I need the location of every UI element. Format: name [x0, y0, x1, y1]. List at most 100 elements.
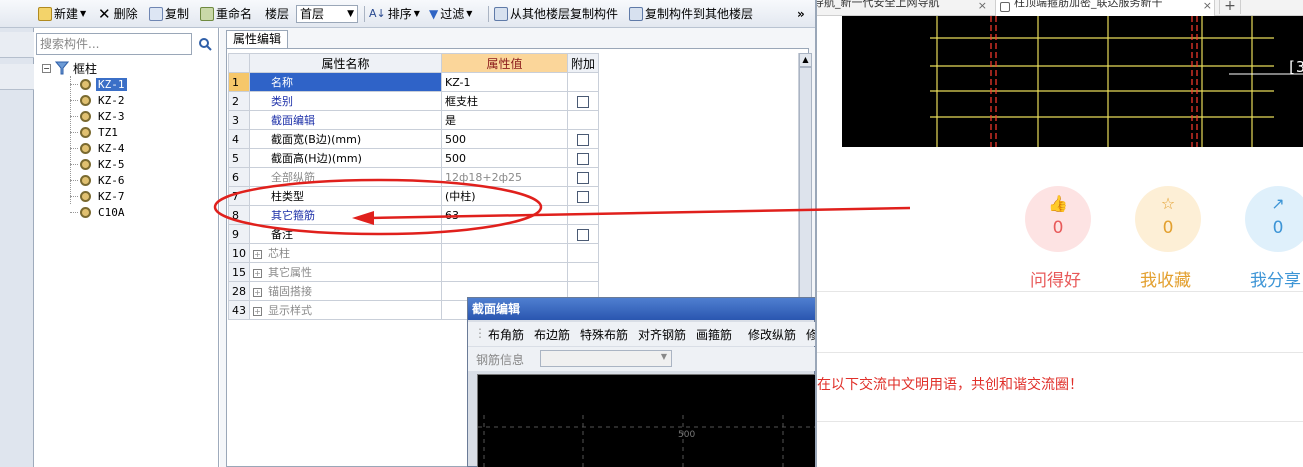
- tree-item[interactable]: KZ-4: [70, 140, 127, 156]
- attach-cell[interactable]: [566, 167, 600, 187]
- row-number[interactable]: 7: [228, 186, 250, 206]
- property-name-cell[interactable]: 全部纵筋: [249, 167, 442, 187]
- property-value-cell[interactable]: [441, 262, 568, 282]
- attach-cell[interactable]: [566, 91, 600, 111]
- attach-checkbox[interactable]: [577, 228, 589, 241]
- attach-checkbox[interactable]: [577, 190, 589, 203]
- copy-button[interactable]: 复制: [149, 5, 189, 23]
- section-tool-button[interactable]: 修: [806, 326, 815, 343]
- attach-cell[interactable]: [566, 224, 600, 244]
- tree-item[interactable]: KZ-5: [70, 156, 127, 172]
- property-name-cell[interactable]: 名称: [249, 72, 442, 92]
- col-header-value[interactable]: 属性值: [441, 53, 568, 73]
- section-tool-button[interactable]: 修改纵筋: [748, 326, 796, 343]
- property-value-cell[interactable]: 12ф18+2ф25: [441, 167, 568, 187]
- property-value-cell[interactable]: 500: [441, 129, 568, 149]
- sort-button[interactable]: A↓ 排序 ▼: [369, 5, 420, 23]
- property-row[interactable]: 9 备注: [228, 224, 600, 244]
- share-button[interactable]: ↗ 0: [1245, 186, 1303, 252]
- property-row[interactable]: 7 柱类型 (中柱): [228, 186, 600, 206]
- copy-to-floor-button[interactable]: 复制构件到其他楼层: [629, 5, 753, 23]
- browser-tab-active[interactable]: 柱顶端箍筋加密_联达服务新干 ×: [995, 0, 1215, 16]
- rename-button[interactable]: 重命名: [200, 5, 252, 23]
- attach-cell[interactable]: [566, 72, 600, 92]
- section-tool-button[interactable]: 布角筋: [488, 326, 524, 343]
- row-number[interactable]: 9: [228, 224, 250, 244]
- property-name-cell[interactable]: + 显示样式: [249, 300, 442, 320]
- row-number[interactable]: 10: [228, 243, 250, 263]
- row-number[interactable]: 43: [228, 300, 250, 320]
- property-name-cell[interactable]: 类别: [249, 91, 442, 111]
- attach-cell[interactable]: [566, 205, 600, 225]
- like-label[interactable]: 问得好: [1030, 266, 1081, 291]
- property-row[interactable]: 15 + 其它属性: [228, 262, 600, 282]
- property-value-cell[interactable]: 是: [441, 110, 568, 130]
- expand-icon[interactable]: +: [253, 306, 262, 316]
- attach-checkbox[interactable]: [577, 152, 589, 165]
- property-row[interactable]: 1 名称 KZ-1: [228, 72, 600, 92]
- property-row[interactable]: 8 其它箍筋 63: [228, 205, 600, 225]
- new-tab-button[interactable]: +: [1219, 0, 1241, 14]
- property-value-cell[interactable]: [441, 224, 568, 244]
- property-value-cell[interactable]: 63: [441, 205, 568, 225]
- property-name-cell[interactable]: + 锚固搭接: [249, 281, 442, 301]
- tree-item[interactable]: TZ1: [70, 124, 120, 140]
- attach-checkbox[interactable]: [577, 171, 589, 184]
- tree-item[interactable]: KZ-7: [70, 188, 127, 204]
- row-number[interactable]: 5: [228, 148, 250, 168]
- property-name-cell[interactable]: + 芯柱: [249, 243, 442, 263]
- tree-item[interactable]: KZ-2: [70, 92, 127, 108]
- property-row[interactable]: 4 截面宽(B边)(mm) 500: [228, 129, 600, 149]
- row-number[interactable]: 4: [228, 129, 250, 149]
- dock-bar[interactable]: [0, 64, 34, 90]
- attach-cell[interactable]: [566, 186, 600, 206]
- filter-button[interactable]: ▼ 过滤 ▼: [429, 5, 472, 23]
- tree-item[interactable]: KZ-6: [70, 172, 127, 188]
- scroll-thumb[interactable]: [799, 67, 812, 305]
- favorite-label[interactable]: 我收藏: [1140, 266, 1191, 291]
- tree-item[interactable]: C10A: [70, 204, 127, 220]
- row-number[interactable]: 1: [228, 72, 250, 92]
- scroll-up-icon[interactable]: ▲: [799, 53, 812, 67]
- floor-select[interactable]: 首层 ▼: [296, 5, 358, 23]
- dock-bar[interactable]: [0, 32, 34, 58]
- section-tool-button[interactable]: 对齐钢筋: [638, 326, 686, 343]
- col-header-name[interactable]: 属性名称: [249, 53, 442, 73]
- copy-from-floor-button[interactable]: 从其他楼层复制构件: [494, 5, 618, 23]
- attach-cell[interactable]: [566, 129, 600, 149]
- vertical-scrollbar[interactable]: ▲: [798, 53, 812, 319]
- property-name-cell[interactable]: 截面宽(B边)(mm): [249, 129, 442, 149]
- row-number[interactable]: 6: [228, 167, 250, 187]
- delete-button[interactable]: ✕ 删除: [98, 5, 138, 23]
- attach-cell[interactable]: [566, 262, 600, 282]
- browser-tab[interactable]: 导航_新一代安全上网导航 ×: [817, 0, 989, 16]
- property-value-cell[interactable]: 500: [441, 148, 568, 168]
- property-value-cell[interactable]: [441, 243, 568, 263]
- tree-root-frame-column[interactable]: − 框柱: [42, 60, 97, 76]
- expand-icon[interactable]: +: [253, 249, 262, 259]
- collapse-icon[interactable]: −: [42, 63, 51, 73]
- like-button[interactable]: 👍 0: [1025, 186, 1091, 252]
- row-number[interactable]: 8: [228, 205, 250, 225]
- attach-cell[interactable]: [566, 148, 600, 168]
- new-button[interactable]: 新建 ▼: [38, 5, 86, 23]
- attach-checkbox[interactable]: [577, 133, 589, 146]
- favorite-button[interactable]: ☆ 0: [1135, 186, 1201, 252]
- search-input[interactable]: 搜索构件...: [36, 33, 192, 55]
- property-row[interactable]: 10 + 芯柱: [228, 243, 600, 263]
- property-row[interactable]: 5 截面高(H边)(mm) 500: [228, 148, 600, 168]
- share-label[interactable]: 我分享: [1250, 266, 1301, 291]
- property-row[interactable]: 2 类别 框支柱: [228, 91, 600, 111]
- row-number[interactable]: 15: [228, 262, 250, 282]
- section-canvas[interactable]: 500: [477, 374, 815, 467]
- section-tool-button[interactable]: 特殊布筋: [580, 326, 628, 343]
- tab-property-edit[interactable]: 属性编辑: [226, 30, 289, 48]
- row-number[interactable]: 28: [228, 281, 250, 301]
- property-row[interactable]: 3 截面编辑 是: [228, 110, 600, 130]
- attach-cell[interactable]: [566, 110, 600, 130]
- attach-checkbox[interactable]: [577, 95, 589, 108]
- property-name-cell[interactable]: 备注: [249, 224, 442, 244]
- section-editor-title[interactable]: 截面编辑: [468, 298, 815, 320]
- close-icon[interactable]: ×: [1203, 0, 1212, 12]
- expand-icon[interactable]: +: [253, 287, 262, 297]
